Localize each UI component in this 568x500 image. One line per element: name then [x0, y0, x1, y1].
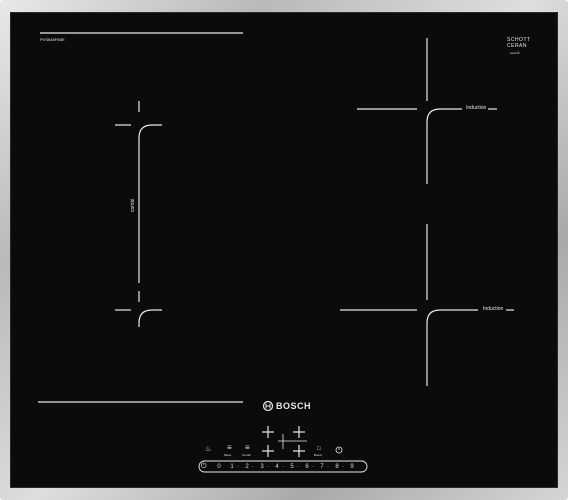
scale-9[interactable]: 9	[347, 464, 357, 470]
scale-0[interactable]: 0	[214, 464, 224, 470]
combi-label: Combi	[242, 453, 251, 457]
combi-bottom-corner	[138, 309, 162, 327]
schott-logo-line3: ceran®	[510, 51, 520, 55]
induction-top-label: Induction	[466, 105, 487, 111]
boost-icon[interactable]: □	[317, 446, 321, 452]
combi-top-corner	[138, 124, 162, 283]
power-icon[interactable]: ⏻	[201, 463, 207, 470]
move-icon[interactable]: ≡	[227, 444, 232, 452]
boost-label: Boost	[314, 453, 322, 457]
combi-icon[interactable]: ≡	[245, 444, 250, 452]
cooking-zone-markings	[38, 32, 514, 473]
move-label: Move	[224, 453, 232, 457]
model-code: PVS645FB5E	[40, 37, 65, 42]
combi-zone-label: combi	[130, 198, 136, 212]
wipe-protection-icon[interactable]: ♨	[205, 446, 211, 453]
induction-bottom-corner	[426, 309, 478, 386]
induction-top-corner	[426, 108, 462, 184]
schott-logo-line2: CERAN	[507, 43, 528, 49]
brand-name: BOSCH	[276, 401, 312, 411]
induction-bottom-label: Induction	[483, 306, 504, 312]
